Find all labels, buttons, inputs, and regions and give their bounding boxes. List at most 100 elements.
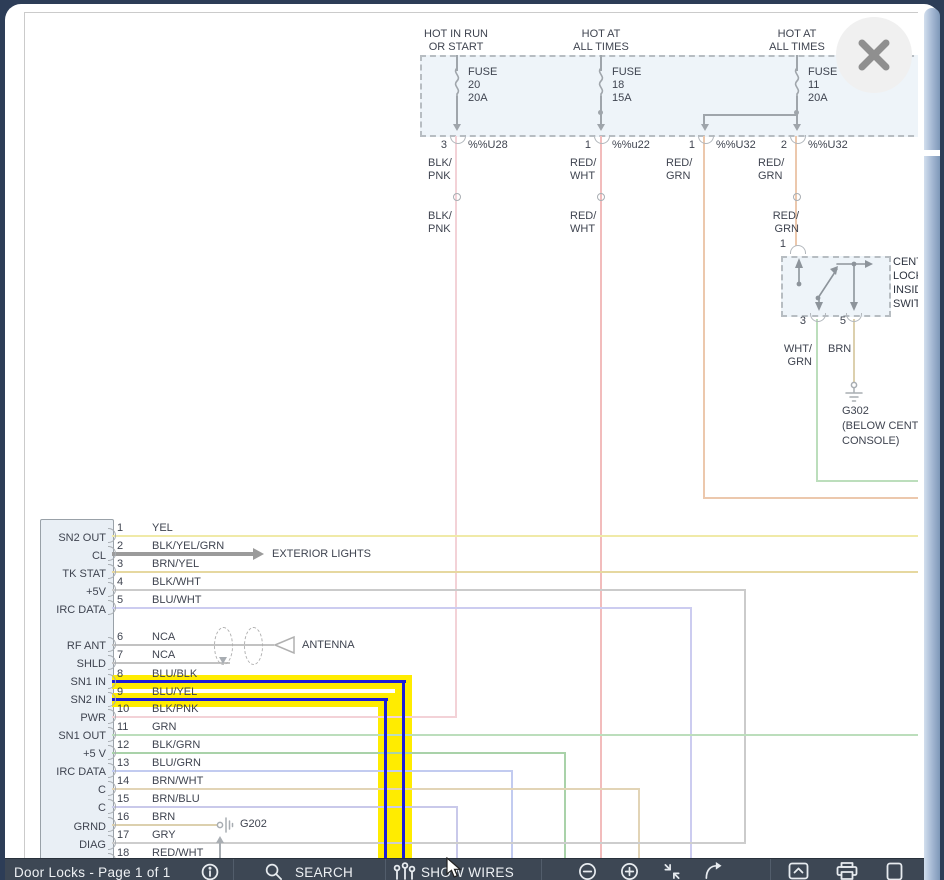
export-image-icon [788,862,809,880]
wire-color-label: BLK/PNK [428,210,452,235]
wire-name: YEL [152,522,173,534]
module-pin-label: C [98,784,106,796]
wire-blu-wht [690,607,692,858]
pin-number: 12 [117,739,130,751]
vertical-scrollbar[interactable] [924,8,940,880]
wire-name: GRN [152,721,177,733]
wire-wht-grn [816,480,918,482]
module-pin-label: IRC DATA [56,766,106,778]
show-wires-button-label[interactable]: SHOW WIRES [421,865,514,880]
branch-wire [703,114,705,124]
wire-name: BLU/GRN [152,757,201,769]
pin-number: 15 [117,793,130,805]
pin-number: 13 [117,757,130,769]
wire-blu-grn [112,770,513,772]
pin-number: 3 [799,315,806,327]
module-pin-label: PWR [80,712,106,724]
g202-label: G202 [240,818,267,830]
module-pin-label: DIAG [79,839,106,851]
wire-name: BLK/YEL/GRN [152,540,225,552]
pin-number: 16 [117,811,130,823]
feed-label: HOT IN RUN OR START [424,28,488,53]
export-image-button[interactable] [788,862,809,880]
toolbar-separator [385,859,386,880]
module-pin-label: SHLD [76,658,106,670]
print-icon [836,862,858,880]
zoom-in-button[interactable] [620,862,639,880]
wire-name: BLK/WHT [152,576,201,588]
wire-name: BLK/PNK [152,703,199,715]
close-button[interactable] [836,17,912,93]
ground-label: G302(BELOW CENTERCONSOLE) [842,405,918,447]
connector-code: %%U32 [808,139,848,151]
inline-connector [793,193,801,201]
connector-arc [790,245,806,254]
antenna-connector [244,627,263,665]
zoom-out-icon [579,863,596,880]
pin-number: 17 [117,829,130,841]
show-wires-button[interactable] [392,862,416,880]
arrow-up-icon [216,836,224,843]
wire-red-grn [703,136,705,499]
pin-number: 1 [779,238,786,250]
wire-blu-blk-highlighted[interactable] [402,680,405,858]
module-pin-label: SN2 OUT [58,532,106,544]
show-wires-icon [393,862,416,880]
zoom-out-button[interactable] [578,862,597,880]
save-icon [886,862,903,880]
fuse-label: FUSE 11 20A [808,66,838,104]
wire-brn-blu [112,806,458,808]
rotate-icon [705,862,722,880]
module-pin-label: GRND [73,821,106,833]
module-pin-label: CL [91,550,106,562]
module-pin-label: C [98,802,106,814]
pin-number: 3 [440,139,447,151]
toolbar-separator [233,859,234,880]
wire-blu-yel-highlighted[interactable] [384,698,387,858]
connector-code: %%U32 [716,139,756,151]
wire-name: BLK/GRN [152,739,201,751]
rotate-button[interactable] [702,862,724,880]
module-pin-label: TK STAT [62,568,106,580]
wire-wht-grn [816,319,818,482]
arrow-right-icon [253,548,264,560]
wire-blk-wht [112,589,746,591]
search-button[interactable] [264,862,283,880]
fit-to-screen-button[interactable] [662,862,682,880]
zoom-in-icon [621,863,638,880]
save-button[interactable] [886,862,903,880]
connector-code: %%u22 [612,139,650,151]
antenna-callout: ANTENNA [302,639,355,651]
wire-name: BLU/YEL [152,686,198,698]
print-button[interactable] [836,862,858,880]
wire-name: BLU/BLK [152,668,198,680]
wire-brn-yel [112,571,918,573]
wire-brn-wht [112,788,640,790]
wire-name: BRN/BLU [152,793,200,805]
wire-color-label: RED/GRN [758,157,785,182]
arrow-down-icon [701,124,709,131]
wire-name: BRN/YEL [152,558,200,570]
wire-blk-wht [744,589,746,844]
fuse-label: FUSE 20 20A [468,66,498,104]
wire-blu-wht [112,607,692,609]
arrow-down-icon [453,124,461,131]
pin-number: 4 [117,576,124,588]
wire-grn [112,734,918,736]
pin-number: 1 [688,139,695,151]
scrollbar-thumb-edge [924,150,940,156]
pin-number: 1 [117,522,124,534]
pin-number: 2 [780,139,787,151]
switch-name: CENTRALLOCKING INSIDESWITCH [893,256,918,310]
arrow-down-icon [793,124,801,131]
close-icon [858,39,890,71]
fuse-label: FUSE 18 15A [612,66,642,104]
wire-name: BRN/WHT [152,775,204,787]
search-button-label[interactable]: SEARCH [295,865,353,880]
wire-color-label: RED/GRN [772,210,799,235]
wire-name: BLU/WHT [152,594,202,606]
wire-color-label: RED/WHT [570,157,597,182]
info-button[interactable] [201,863,219,880]
fit-to-screen-icon [664,863,680,880]
pin-number: 9 [117,686,124,698]
